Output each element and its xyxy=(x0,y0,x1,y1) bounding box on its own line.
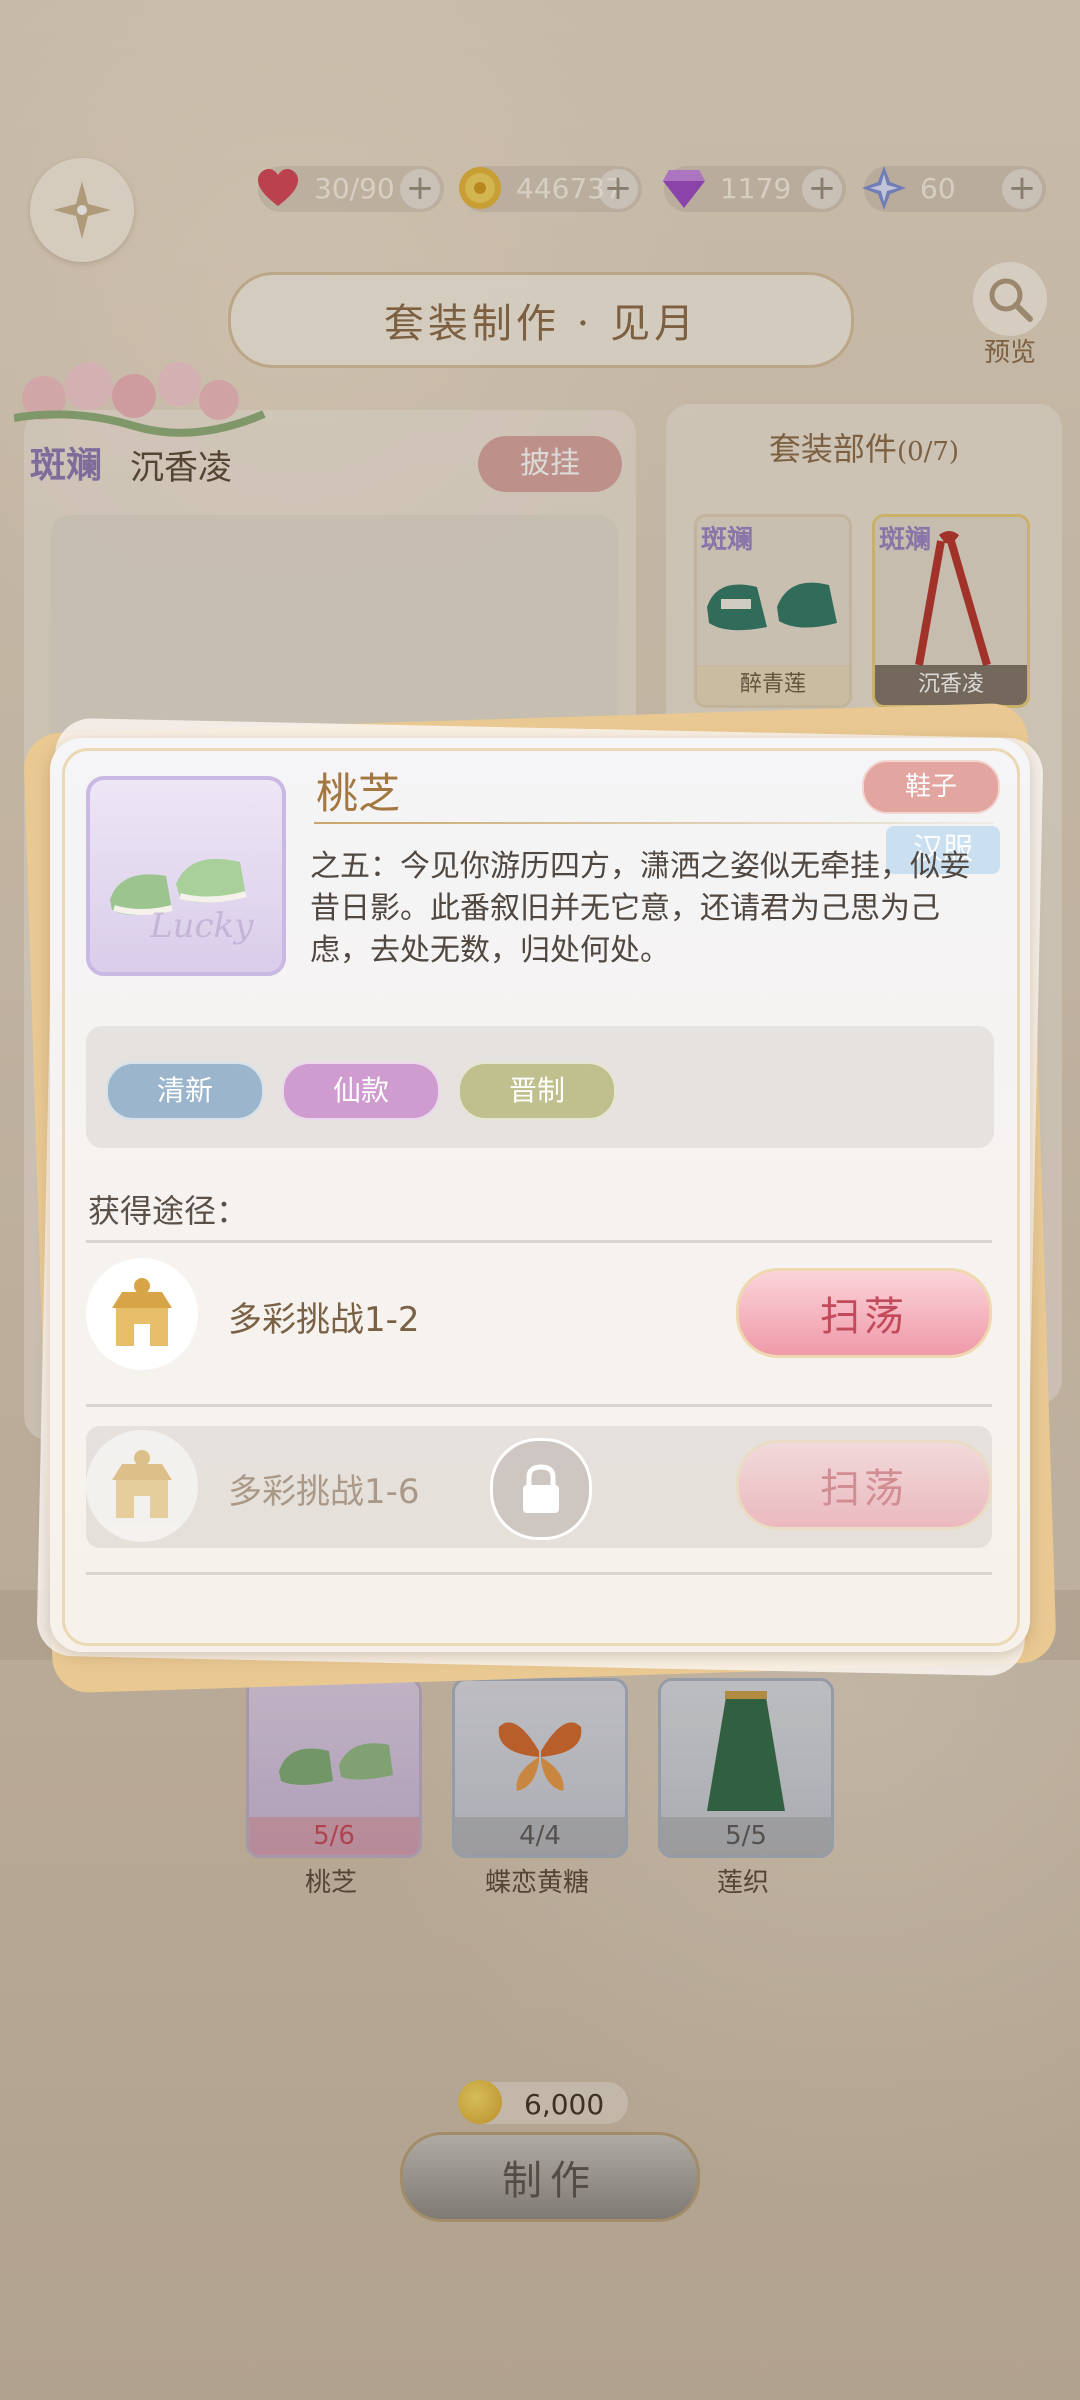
divider xyxy=(86,1404,992,1407)
source-label: 获得途径： xyxy=(88,1192,249,1230)
divider xyxy=(86,1240,992,1243)
type-tag: 鞋子 xyxy=(862,760,1000,814)
source-route-locked: 多彩挑战1-6 扫荡 xyxy=(86,1426,992,1548)
shop-icon xyxy=(86,1430,198,1542)
sweep-button-locked: 扫荡 xyxy=(736,1440,992,1530)
item-image-frame: Lucky xyxy=(86,776,286,976)
sweep-button[interactable]: 扫荡 xyxy=(736,1268,992,1358)
shop-icon xyxy=(86,1258,198,1370)
item-title: 桃芝 xyxy=(316,769,401,818)
style-tag-pill: 清新 xyxy=(106,1062,264,1120)
style-tag-pill: 仙款 xyxy=(282,1062,440,1120)
style-tag-pill: 晋制 xyxy=(458,1062,616,1120)
lock-icon xyxy=(490,1438,592,1540)
title-divider xyxy=(314,822,994,824)
divider xyxy=(86,1572,992,1575)
source-route: 多彩挑战1-2 扫荡 xyxy=(86,1254,992,1376)
item-description: 之五：今见你游历四方，潇洒之姿似无牵挂，似妾昔日影。此番叙旧并无它意，还请君为己… xyxy=(310,849,970,968)
